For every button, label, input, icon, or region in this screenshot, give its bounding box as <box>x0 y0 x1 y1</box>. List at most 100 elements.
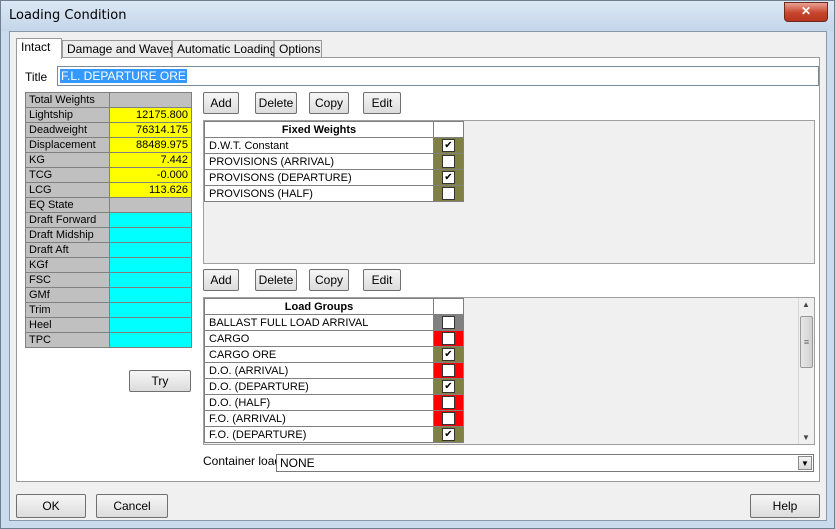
weight-label: KG <box>25 152 110 168</box>
table-row[interactable]: F.O. (ARRIVAL) <box>204 410 464 427</box>
weights-row: Deadweight 76314.175 <box>25 122 192 138</box>
weights-row: FSC <box>25 272 192 288</box>
group-add-button[interactable]: Add <box>203 269 239 291</box>
weight-value <box>109 332 192 348</box>
unchecked-checkbox[interactable] <box>442 364 455 377</box>
unchecked-checkbox[interactable] <box>442 412 455 425</box>
weight-label: Displacement <box>25 137 110 153</box>
checked-checkbox[interactable]: ✔ <box>442 171 455 184</box>
row-checkbox-cell <box>433 362 464 379</box>
weight-value <box>109 227 192 243</box>
help-button[interactable]: Help <box>750 494 820 518</box>
fixed-weights-table: Fixed Weights D.W.T. Constant ✔ PROVISIONS… <box>204 121 464 202</box>
group-edit-button[interactable]: Edit <box>363 269 401 291</box>
weight-label: Heel <box>25 317 110 333</box>
checked-checkbox[interactable]: ✔ <box>442 348 455 361</box>
ok-button[interactable]: OK <box>16 494 86 518</box>
row-checkbox-cell: ✔ <box>433 346 464 363</box>
table-row[interactable]: BALLAST FULL LOAD ARRIVAL <box>204 314 464 331</box>
table-row[interactable]: CARGO ORE ✔ <box>204 346 464 363</box>
container-load-value: NONE <box>280 456 315 470</box>
row-checkbox-cell <box>433 185 464 202</box>
container-load-select[interactable]: NONE ▼ <box>276 454 814 472</box>
scroll-up-icon[interactable]: ▲ <box>802 300 810 309</box>
scroll-thumb[interactable]: ≡ <box>800 316 813 368</box>
fixed-weights-grid[interactable]: Fixed Weights D.W.T. Constant ✔ PROVISIONS… <box>203 120 815 264</box>
checked-checkbox[interactable]: ✔ <box>442 139 455 152</box>
weight-label: Lightship <box>25 107 110 123</box>
weights-row: TPC <box>25 332 192 348</box>
load-groups-check-header <box>433 298 464 315</box>
tab-automatic-loading[interactable]: Automatic Loading <box>172 40 276 58</box>
table-row[interactable]: PROVISONS (DEPARTURE) ✔ <box>204 169 464 186</box>
group-delete-button[interactable]: Delete <box>255 269 297 291</box>
fixed-delete-button[interactable]: Delete <box>255 92 297 114</box>
weight-label: TPC <box>25 332 110 348</box>
row-name: PROVISONS (DEPARTURE) <box>204 169 434 186</box>
fixed-add-button[interactable]: Add <box>203 92 239 114</box>
row-checkbox-cell <box>433 410 464 427</box>
weight-label: LCG <box>25 182 110 198</box>
row-name: PROVISIONS (ARRIVAL) <box>204 153 434 170</box>
table-row[interactable]: D.W.T. Constant ✔ <box>204 137 464 154</box>
weights-row: Draft Forward <box>25 212 192 228</box>
table-row[interactable]: D.O. (HALF) <box>204 394 464 411</box>
table-row[interactable]: D.O. (DEPARTURE) ✔ <box>204 378 464 395</box>
title-input[interactable]: F.L. DEPARTURE ORE <box>57 66 819 86</box>
table-row[interactable]: F.O. (DEPARTURE) ✔ <box>204 426 464 443</box>
table-row[interactable]: PROVISONS (HALF) <box>204 185 464 202</box>
weight-label: Draft Midship <box>25 227 110 243</box>
load-groups-header: Load Groups <box>204 298 434 315</box>
unchecked-checkbox[interactable] <box>442 155 455 168</box>
loading-condition-window: Loading Condition ✕ Intact Damage and Wa… <box>0 0 835 529</box>
fixed-copy-button[interactable]: Copy <box>309 92 349 114</box>
cancel-button[interactable]: Cancel <box>96 494 168 518</box>
row-name: BALLAST FULL LOAD ARRIVAL <box>204 314 434 331</box>
unchecked-checkbox[interactable] <box>442 316 455 329</box>
weight-value <box>109 272 192 288</box>
weights-row: GMf <box>25 287 192 303</box>
try-button[interactable]: Try <box>129 370 191 392</box>
weight-value <box>109 317 192 333</box>
chevron-down-icon[interactable]: ▼ <box>798 456 812 470</box>
close-button[interactable]: ✕ <box>784 2 828 22</box>
tab-options[interactable]: Options <box>274 40 322 58</box>
weights-row: Lightship 12175.800 <box>25 107 192 123</box>
tab-damage-and-waves[interactable]: Damage and Waves <box>62 40 175 58</box>
weights-row: KG 7.442 <box>25 152 192 168</box>
weight-label: Draft Forward <box>25 212 110 228</box>
checked-checkbox[interactable]: ✔ <box>442 380 455 393</box>
container-load-label: Container load <box>203 454 282 468</box>
table-row[interactable]: PROVISIONS (ARRIVAL) <box>204 153 464 170</box>
weight-value: 12175.800 <box>109 107 192 123</box>
weight-value <box>109 212 192 228</box>
weight-value: -0.000 <box>109 167 192 183</box>
title-label: Title <box>25 70 48 84</box>
load-groups-scrollbar[interactable]: ▲ ≡ ▼ <box>798 298 814 444</box>
load-groups-table: Load Groups BALLAST FULL LOAD ARRIVAL CAR… <box>204 298 464 443</box>
row-checkbox-cell: ✔ <box>433 137 464 154</box>
group-copy-button[interactable]: Copy <box>309 269 349 291</box>
fixed-edit-button[interactable]: Edit <box>363 92 401 114</box>
title-bar[interactable]: Loading Condition ✕ <box>1 1 834 31</box>
row-name: D.W.T. Constant <box>204 137 434 154</box>
weight-label: EQ State <box>25 197 110 213</box>
total-weights-header-value <box>109 92 192 108</box>
row-name: F.O. (DEPARTURE) <box>204 426 434 443</box>
checked-checkbox[interactable]: ✔ <box>442 428 455 441</box>
row-name: F.O. (ARRIVAL) <box>204 410 434 427</box>
row-name: CARGO <box>204 330 434 347</box>
load-groups-grid[interactable]: Load Groups BALLAST FULL LOAD ARRIVAL CAR… <box>203 297 815 445</box>
table-row[interactable]: CARGO <box>204 330 464 347</box>
row-name: D.O. (ARRIVAL) <box>204 362 434 379</box>
row-checkbox-cell <box>433 314 464 331</box>
unchecked-checkbox[interactable] <box>442 187 455 200</box>
unchecked-checkbox[interactable] <box>442 396 455 409</box>
unchecked-checkbox[interactable] <box>442 332 455 345</box>
row-checkbox-cell: ✔ <box>433 169 464 186</box>
weight-value: 113.626 <box>109 182 192 198</box>
tab-intact[interactable]: Intact <box>16 38 62 59</box>
scroll-down-icon[interactable]: ▼ <box>802 433 810 442</box>
weight-value <box>109 302 192 318</box>
table-row[interactable]: D.O. (ARRIVAL) <box>204 362 464 379</box>
